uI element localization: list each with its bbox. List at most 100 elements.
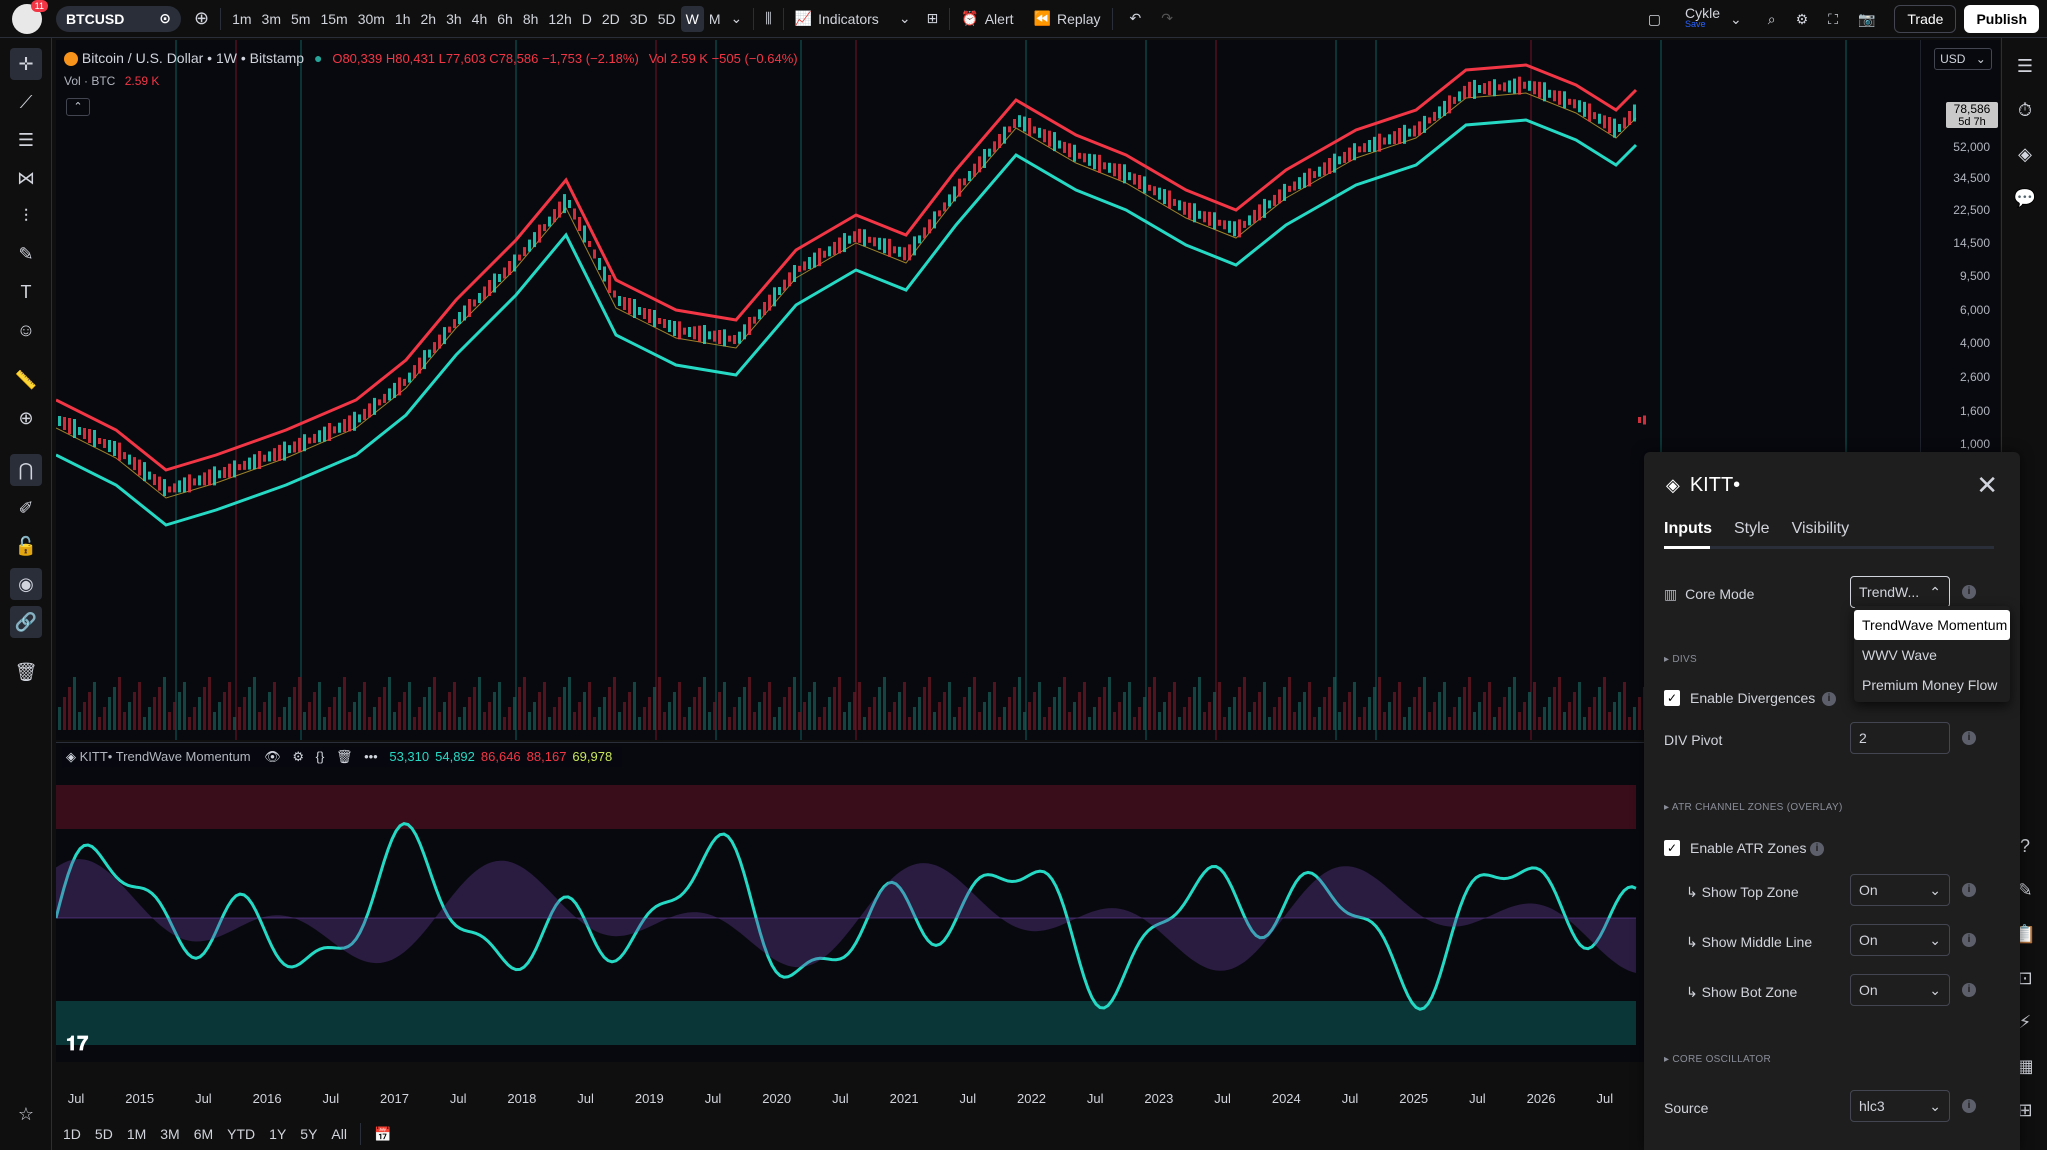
range-3m[interactable]: 3M: [153, 1126, 186, 1142]
interval-W[interactable]: W: [680, 5, 704, 32]
horizontal-lines-icon[interactable]: ☰: [10, 124, 42, 156]
interval-5m[interactable]: 5m: [286, 6, 315, 32]
zoom-icon[interactable]: ⊕: [10, 402, 42, 434]
interval-6h[interactable]: 6h: [492, 6, 518, 32]
range-1y[interactable]: 1Y: [262, 1126, 293, 1142]
chat-icon[interactable]: 💬: [2011, 184, 2039, 212]
magnet-icon[interactable]: ⋂: [10, 454, 42, 486]
info-icon[interactable]: i: [1962, 1099, 1976, 1113]
range-1d[interactable]: 1D: [56, 1126, 88, 1142]
fib-icon[interactable]: ⫶: [10, 200, 42, 232]
interval-1m[interactable]: 1m: [227, 6, 256, 32]
time-axis[interactable]: Jul 2015 Jul 2016 Jul 2017 Jul 2018 Jul 2019 Jul 20…: [56, 1085, 1636, 1113]
more-icon[interactable]: •••: [364, 749, 378, 764]
add-symbol-button[interactable]: ⊕: [189, 6, 214, 32]
user-avatar[interactable]: 11: [12, 0, 48, 34]
watchlist-icon[interactable]: ☰: [2011, 52, 2039, 80]
interval-3m[interactable]: 3m: [257, 6, 286, 32]
interval-30m[interactable]: 30m: [353, 6, 390, 32]
replay-button[interactable]: ⏪ Replay: [1029, 6, 1106, 32]
settings-icon[interactable]: ⚙: [1791, 6, 1814, 32]
trend-line-icon[interactable]: ⟋: [10, 86, 42, 118]
fullscreen-icon[interactable]: ⛶: [1823, 6, 1843, 32]
info-icon[interactable]: i: [1962, 983, 1976, 997]
chevron-down-icon[interactable]: ⌄: [1725, 6, 1747, 32]
currency-select[interactable]: USD ⌄: [1934, 48, 1992, 70]
show-middle-line-select[interactable]: On ⌄: [1850, 924, 1950, 956]
range-6m[interactable]: 6M: [187, 1126, 220, 1142]
alerts-clock-icon[interactable]: ⏱: [2011, 96, 2039, 124]
range-all[interactable]: All: [324, 1126, 354, 1142]
trade-button[interactable]: Trade: [1894, 5, 1957, 33]
chevron-down-icon[interactable]: ⌄: [725, 6, 747, 32]
info-icon[interactable]: i: [1962, 585, 1976, 599]
interval-12h[interactable]: 12h: [543, 6, 576, 32]
lock-icon[interactable]: 🔓: [10, 530, 42, 562]
close-icon[interactable]: ✕: [1976, 470, 1998, 501]
source-code-icon[interactable]: {}: [316, 749, 325, 764]
hide-icon[interactable]: ◉: [10, 568, 42, 600]
info-icon[interactable]: i: [1962, 883, 1976, 897]
source-select[interactable]: hlc3 ⌄: [1850, 1090, 1950, 1122]
goto-date-icon[interactable]: 📅: [367, 1126, 398, 1143]
dropdown-option[interactable]: TrendWave Momentum: [1854, 610, 2010, 640]
collapse-legend-button[interactable]: ⌃: [66, 98, 90, 116]
publish-button[interactable]: Publish: [1964, 5, 2039, 33]
interval-15m[interactable]: 15m: [315, 6, 352, 32]
tab-inputs[interactable]: Inputs: [1664, 520, 1712, 546]
pattern-icon[interactable]: ⋈: [10, 162, 42, 194]
layers-icon[interactable]: ◈: [2011, 140, 2039, 168]
alert-button[interactable]: ⏰ Alert: [956, 6, 1018, 32]
templates-icon[interactable]: ⌄: [894, 6, 916, 32]
interval-1h[interactable]: 1h: [390, 6, 416, 32]
interval-2h[interactable]: 2h: [416, 6, 442, 32]
trash-icon[interactable]: 🗑: [10, 656, 42, 688]
dropdown-option[interactable]: WWV Wave: [1854, 640, 2010, 670]
range-5y[interactable]: 5Y: [293, 1126, 324, 1142]
range-1m[interactable]: 1M: [120, 1126, 153, 1142]
interval-4h[interactable]: 4h: [467, 6, 493, 32]
interval-M[interactable]: M: [704, 6, 726, 32]
core-mode-select[interactable]: TrendW... ⌃: [1850, 576, 1950, 608]
interval-5D[interactable]: 5D: [653, 6, 681, 32]
compare-icon[interactable]: ⊙: [159, 10, 171, 27]
settings-icon[interactable]: ⚙: [292, 749, 304, 764]
div-pivot-input[interactable]: 2: [1850, 722, 1950, 754]
interval-3D[interactable]: 3D: [625, 6, 653, 32]
indicators-button[interactable]: 📈 Indicators: [790, 6, 884, 32]
text-icon[interactable]: T: [10, 276, 42, 308]
ruler-icon[interactable]: 📏: [10, 364, 42, 396]
square-icon[interactable]: ▢: [1643, 6, 1666, 32]
enable-atr-checkbox[interactable]: ✓: [1664, 840, 1680, 856]
quick-search-icon[interactable]: ⌕: [1763, 6, 1781, 32]
camera-icon[interactable]: 📷: [1853, 6, 1880, 32]
undo-icon[interactable]: ↶: [1125, 6, 1147, 32]
tab-style[interactable]: Style: [1734, 520, 1770, 546]
trash-icon[interactable]: 🗑: [336, 749, 353, 764]
brush-icon[interactable]: ✎: [10, 238, 42, 270]
eye-icon[interactable]: 👁: [264, 749, 281, 764]
interval-D[interactable]: D: [577, 6, 597, 32]
layout-icon[interactable]: ⊞: [922, 6, 944, 32]
interval-3h[interactable]: 3h: [441, 6, 467, 32]
info-icon[interactable]: i: [1822, 692, 1836, 706]
range-5d[interactable]: 5D: [88, 1126, 120, 1142]
layout-name-button[interactable]: Cykle Save: [1680, 6, 1725, 32]
link-icon[interactable]: 🔗: [10, 606, 42, 638]
crosshair-icon[interactable]: ✛: [10, 48, 42, 80]
info-icon[interactable]: i: [1810, 842, 1824, 856]
info-icon[interactable]: i: [1962, 731, 1976, 745]
stay-drawing-icon[interactable]: ✐: [10, 492, 42, 524]
redo-icon[interactable]: ↷: [1156, 6, 1178, 32]
show-top-zone-select[interactable]: On ⌄: [1850, 874, 1950, 906]
info-icon[interactable]: i: [1962, 933, 1976, 947]
show-bot-zone-select[interactable]: On ⌄: [1850, 974, 1950, 1006]
candle-type-icon[interactable]: ⫼: [760, 6, 776, 32]
enable-divergences-checkbox[interactable]: ✓: [1664, 690, 1680, 706]
tab-visibility[interactable]: Visibility: [1792, 520, 1850, 546]
star-icon[interactable]: ☆: [10, 1098, 42, 1130]
dropdown-option[interactable]: Premium Money Flow: [1854, 670, 2010, 700]
interval-2D[interactable]: 2D: [597, 6, 625, 32]
emoji-icon[interactable]: ☺: [10, 314, 42, 346]
symbol-search[interactable]: BTCUSD ⊙: [56, 5, 181, 32]
